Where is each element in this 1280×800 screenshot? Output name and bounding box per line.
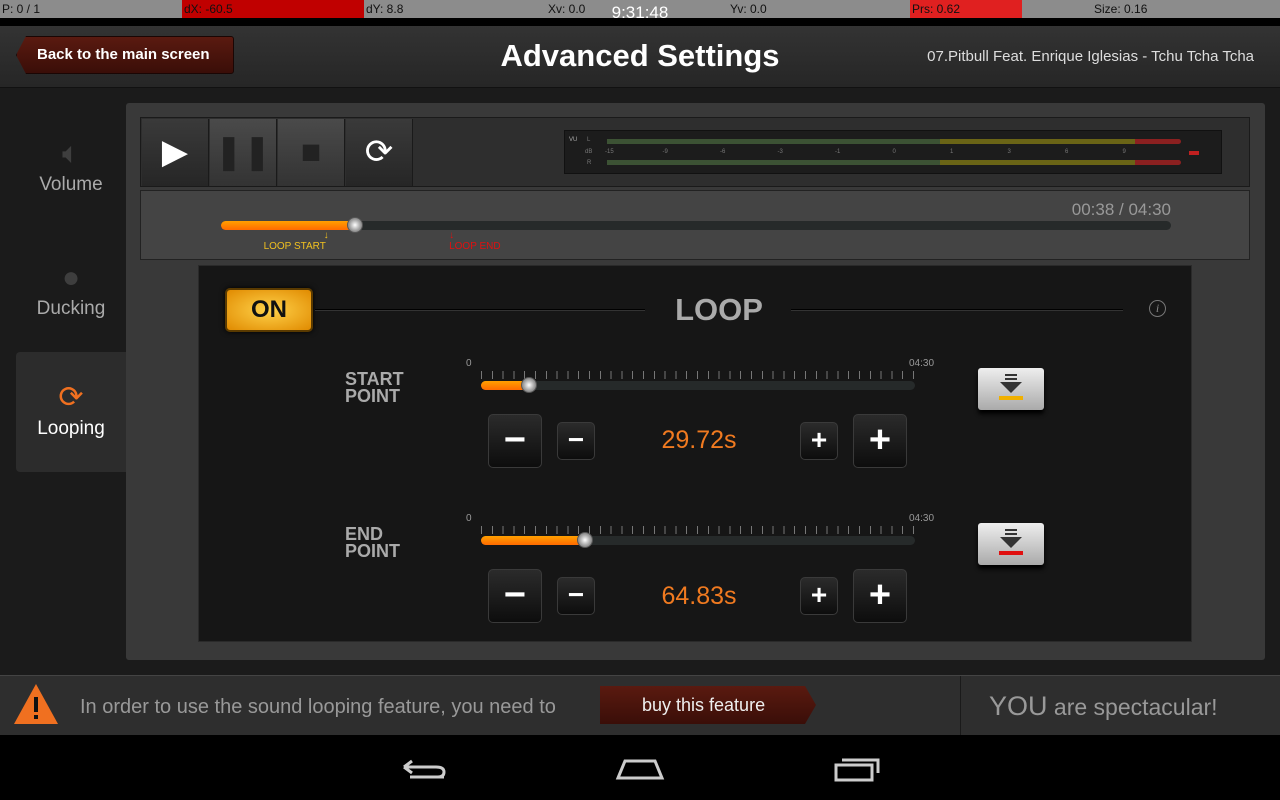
repeat-icon: ⟳ — [364, 133, 394, 171]
vu-scale-tick: -6 — [720, 149, 726, 155]
start-point-slider[interactable] — [481, 377, 915, 393]
pause-icon: ❚❚ — [214, 133, 272, 171]
divider — [315, 309, 645, 311]
sidebar-item-volume[interactable]: 🔈︎ Volume — [16, 108, 126, 228]
home-nav-icon[interactable] — [615, 753, 665, 783]
set-end-button[interactable] — [978, 523, 1044, 565]
loop-end-label: LOOP END — [449, 241, 501, 252]
start-max-label: 04:30 — [909, 358, 935, 369]
start-knob[interactable] — [520, 377, 537, 393]
loop-icon: ⟳ — [58, 381, 84, 414]
repeat-button[interactable]: ⟳ — [346, 119, 413, 186]
playback-progress: 00:38 / 04:30 ↓ LOOP START ↓ LOOP END — [140, 190, 1250, 260]
song-title: 07.Pitbull Feat. Enrique Iglesias - Tchu… — [927, 48, 1254, 65]
duck-icon: ● — [61, 261, 81, 294]
end-knob[interactable] — [577, 532, 594, 548]
loop-title: LOOP — [675, 292, 763, 327]
stop-icon: ■ — [300, 133, 322, 171]
vu-scale-tick: 1 — [950, 149, 954, 155]
back-nav-icon[interactable] — [400, 753, 448, 783]
set-start-button[interactable] — [978, 368, 1044, 410]
vu-unit: dB — [585, 149, 593, 155]
vu-scale-tick: 6 — [1065, 149, 1069, 155]
recents-nav-icon[interactable] — [833, 753, 883, 783]
start-min-label: 0 — [466, 358, 472, 369]
end-min-label: 0 — [466, 513, 472, 524]
stop-button[interactable]: ■ — [278, 119, 345, 186]
sidebar-item-ducking[interactable]: ● Ducking — [16, 232, 126, 352]
vu-scale-tick: 3 — [1007, 149, 1011, 155]
clip-indicator — [1189, 151, 1199, 155]
start-ticks — [481, 371, 915, 379]
playback-knob[interactable] — [346, 217, 363, 233]
header: Back to the main screen Advanced Setting… — [0, 26, 1280, 88]
start-point-value: 29.72s — [661, 426, 737, 454]
play-button[interactable]: ▶ — [142, 119, 209, 186]
vu-scale-tick: -1 — [835, 149, 841, 155]
loop-start-label: LOOP START — [263, 241, 326, 252]
loop-toggle[interactable]: ON — [225, 288, 313, 332]
end-increment-small-button[interactable]: + — [800, 577, 838, 615]
end-decrement-small-button[interactable]: − — [557, 577, 595, 615]
bottom-bar: In order to use the sound looping featur… — [0, 675, 1280, 736]
vu-bar-right — [607, 160, 1181, 165]
sidebar-item-label: Ducking — [36, 298, 106, 319]
vu-scale-tick: 9 — [1122, 149, 1126, 155]
info-icon[interactable]: i — [1149, 300, 1166, 317]
feature-message: In order to use the sound looping featur… — [80, 696, 556, 718]
divider — [791, 309, 1123, 311]
start-increment-large-button[interactable]: + — [853, 414, 907, 468]
play-icon: ▶ — [161, 133, 189, 171]
set-start-icon — [999, 374, 1023, 400]
loop-start-marker: ↓ LOOP START — [263, 230, 329, 253]
end-decrement-large-button[interactable]: − — [488, 569, 542, 623]
loop-end-marker: ↓ LOOP END — [449, 230, 501, 253]
pause-button[interactable]: ❚❚ — [210, 119, 277, 186]
slogan: YOU are spectacular! — [960, 676, 1280, 736]
android-nav-bar — [0, 735, 1280, 800]
vu-channel-r: R — [587, 160, 592, 166]
playback-fill — [221, 221, 355, 230]
set-end-icon — [999, 529, 1023, 555]
vu-scale-tick: 0 — [892, 149, 896, 155]
start-decrement-large-button[interactable]: − — [488, 414, 542, 468]
vu-channel-l: L — [587, 137, 591, 143]
end-fill — [481, 536, 586, 545]
back-button[interactable]: Back to the main screen — [16, 36, 234, 74]
end-ticks — [481, 526, 915, 534]
speaker-icon: 🔈︎ — [62, 137, 80, 170]
sidebar-item-label: Volume — [39, 174, 103, 195]
end-point-slider[interactable] — [481, 532, 915, 548]
vu-meter: VU L dB R -15 -9 -6 -3 -1 0 1 3 6 9 — [564, 130, 1222, 174]
buy-feature-button[interactable]: buy this feature — [600, 686, 816, 724]
clock: 9:31:48 — [611, 3, 669, 22]
vu-bar-left — [607, 139, 1181, 144]
loop-panel: ON LOOP i START POINT 0 04:30 − − 29.72s … — [198, 265, 1192, 642]
end-max-label: 04:30 — [909, 513, 935, 524]
warning-icon — [14, 684, 58, 724]
start-increment-small-button[interactable]: + — [800, 422, 838, 460]
vu-scale-tick: -15 — [605, 149, 614, 155]
end-point-value: 64.83s — [661, 582, 737, 610]
end-increment-large-button[interactable]: + — [853, 569, 907, 623]
sidebar-item-looping[interactable]: ⟳ Looping — [16, 352, 126, 472]
start-point-label: START POINT — [345, 369, 404, 406]
playback-time: 00:38 / 04:30 — [1071, 200, 1171, 219]
end-point-label: END POINT — [345, 524, 401, 561]
vu-scale-tick: -3 — [777, 149, 783, 155]
page-title: Advanced Settings — [500, 38, 780, 73]
sidebar-item-label: Looping — [37, 418, 105, 439]
vu-label: VU — [569, 137, 578, 143]
playback-seekbar[interactable] — [221, 217, 1171, 233]
start-decrement-small-button[interactable]: − — [557, 422, 595, 460]
vu-scale-tick: -9 — [662, 149, 668, 155]
